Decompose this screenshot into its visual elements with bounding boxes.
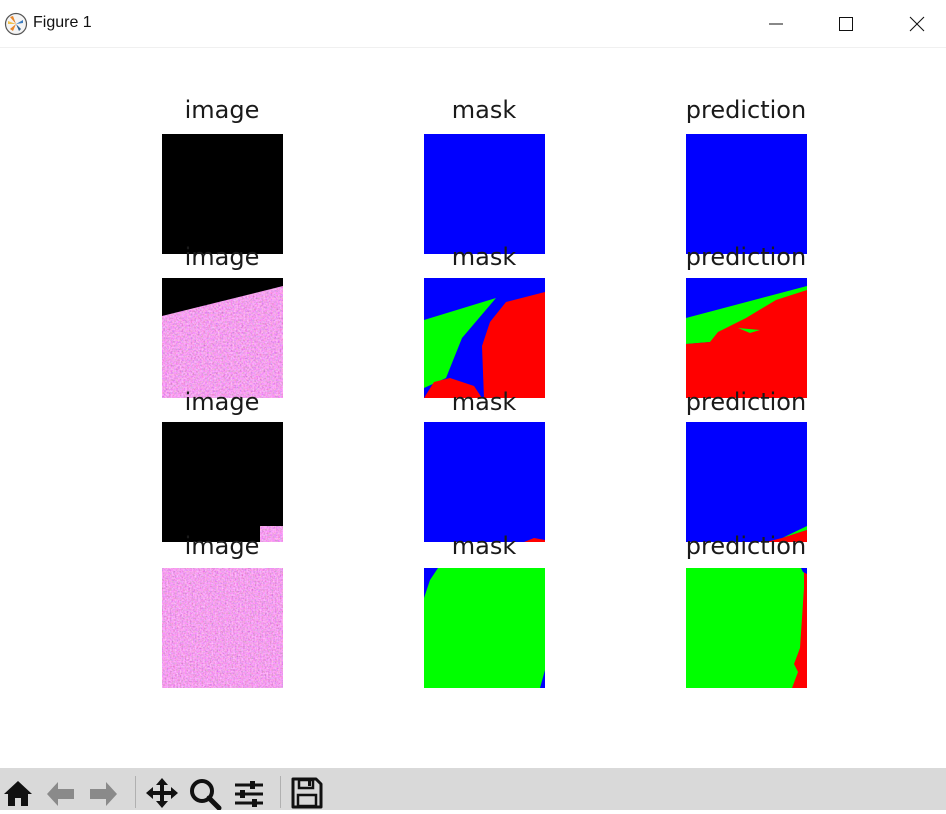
- minimize-icon: [769, 23, 783, 25]
- window-title-bar: Figure 1: [0, 0, 946, 48]
- zoom-icon: [190, 779, 222, 811]
- forward-button[interactable]: [88, 776, 124, 810]
- axis-title-image-row4: image: [184, 532, 260, 560]
- configure-subplots-button[interactable]: [232, 776, 268, 810]
- prediction-panel-4: [686, 568, 807, 688]
- forward-arrow-icon: [90, 782, 117, 806]
- matplotlib-icon: [4, 12, 28, 36]
- axis-title-image-row2: image: [184, 243, 260, 271]
- axis-title-mask-row3: mask: [451, 388, 517, 416]
- axis-title-prediction-row2: prediction: [685, 243, 807, 271]
- save-button[interactable]: [290, 776, 326, 810]
- prediction-panel-2: [686, 278, 807, 398]
- image-panel-1: [162, 134, 283, 254]
- mask-panel-2: [424, 278, 545, 398]
- mask-panel-1: [424, 134, 545, 254]
- toolbar-separator-2: [280, 776, 281, 808]
- mask-panel-3: [424, 422, 545, 542]
- save-icon: [291, 777, 323, 809]
- image-panel-2: [162, 278, 283, 398]
- pan-icon: [146, 778, 178, 808]
- minimize-button[interactable]: [741, 0, 811, 47]
- zoom-button[interactable]: [188, 776, 224, 811]
- toolbar-separator: [135, 776, 136, 808]
- axis-title-prediction-row3: prediction: [685, 388, 807, 416]
- close-icon: [909, 16, 925, 32]
- home-button[interactable]: [2, 776, 38, 810]
- home-icon: [4, 781, 32, 806]
- maximize-icon: [839, 17, 853, 31]
- axis-title-prediction: prediction: [685, 96, 807, 124]
- axis-title-mask: mask: [451, 96, 517, 124]
- axis-title-image: image: [184, 96, 260, 124]
- axis-title-mask-row4: mask: [451, 532, 517, 560]
- mask-panel-4: [424, 568, 545, 688]
- pan-button[interactable]: [144, 776, 180, 810]
- prediction-panel-3: [686, 422, 807, 542]
- image-panel-3: [162, 422, 283, 542]
- navigation-toolbar: [0, 768, 946, 811]
- back-button[interactable]: [44, 776, 80, 810]
- axis-title-prediction-row4: prediction: [685, 532, 807, 560]
- window-title: Figure 1: [33, 14, 92, 31]
- back-arrow-icon: [47, 782, 74, 806]
- figure-canvas[interactable]: image mask prediction image mask predict…: [0, 48, 946, 768]
- prediction-panel-1: [686, 134, 807, 254]
- maximize-button[interactable]: [811, 0, 881, 47]
- configure-subplots-icon: [235, 781, 263, 807]
- close-button[interactable]: [882, 0, 946, 47]
- axis-title-mask-row2: mask: [451, 243, 517, 271]
- axis-title-image-row3: image: [184, 388, 260, 416]
- image-panel-4: [162, 568, 283, 688]
